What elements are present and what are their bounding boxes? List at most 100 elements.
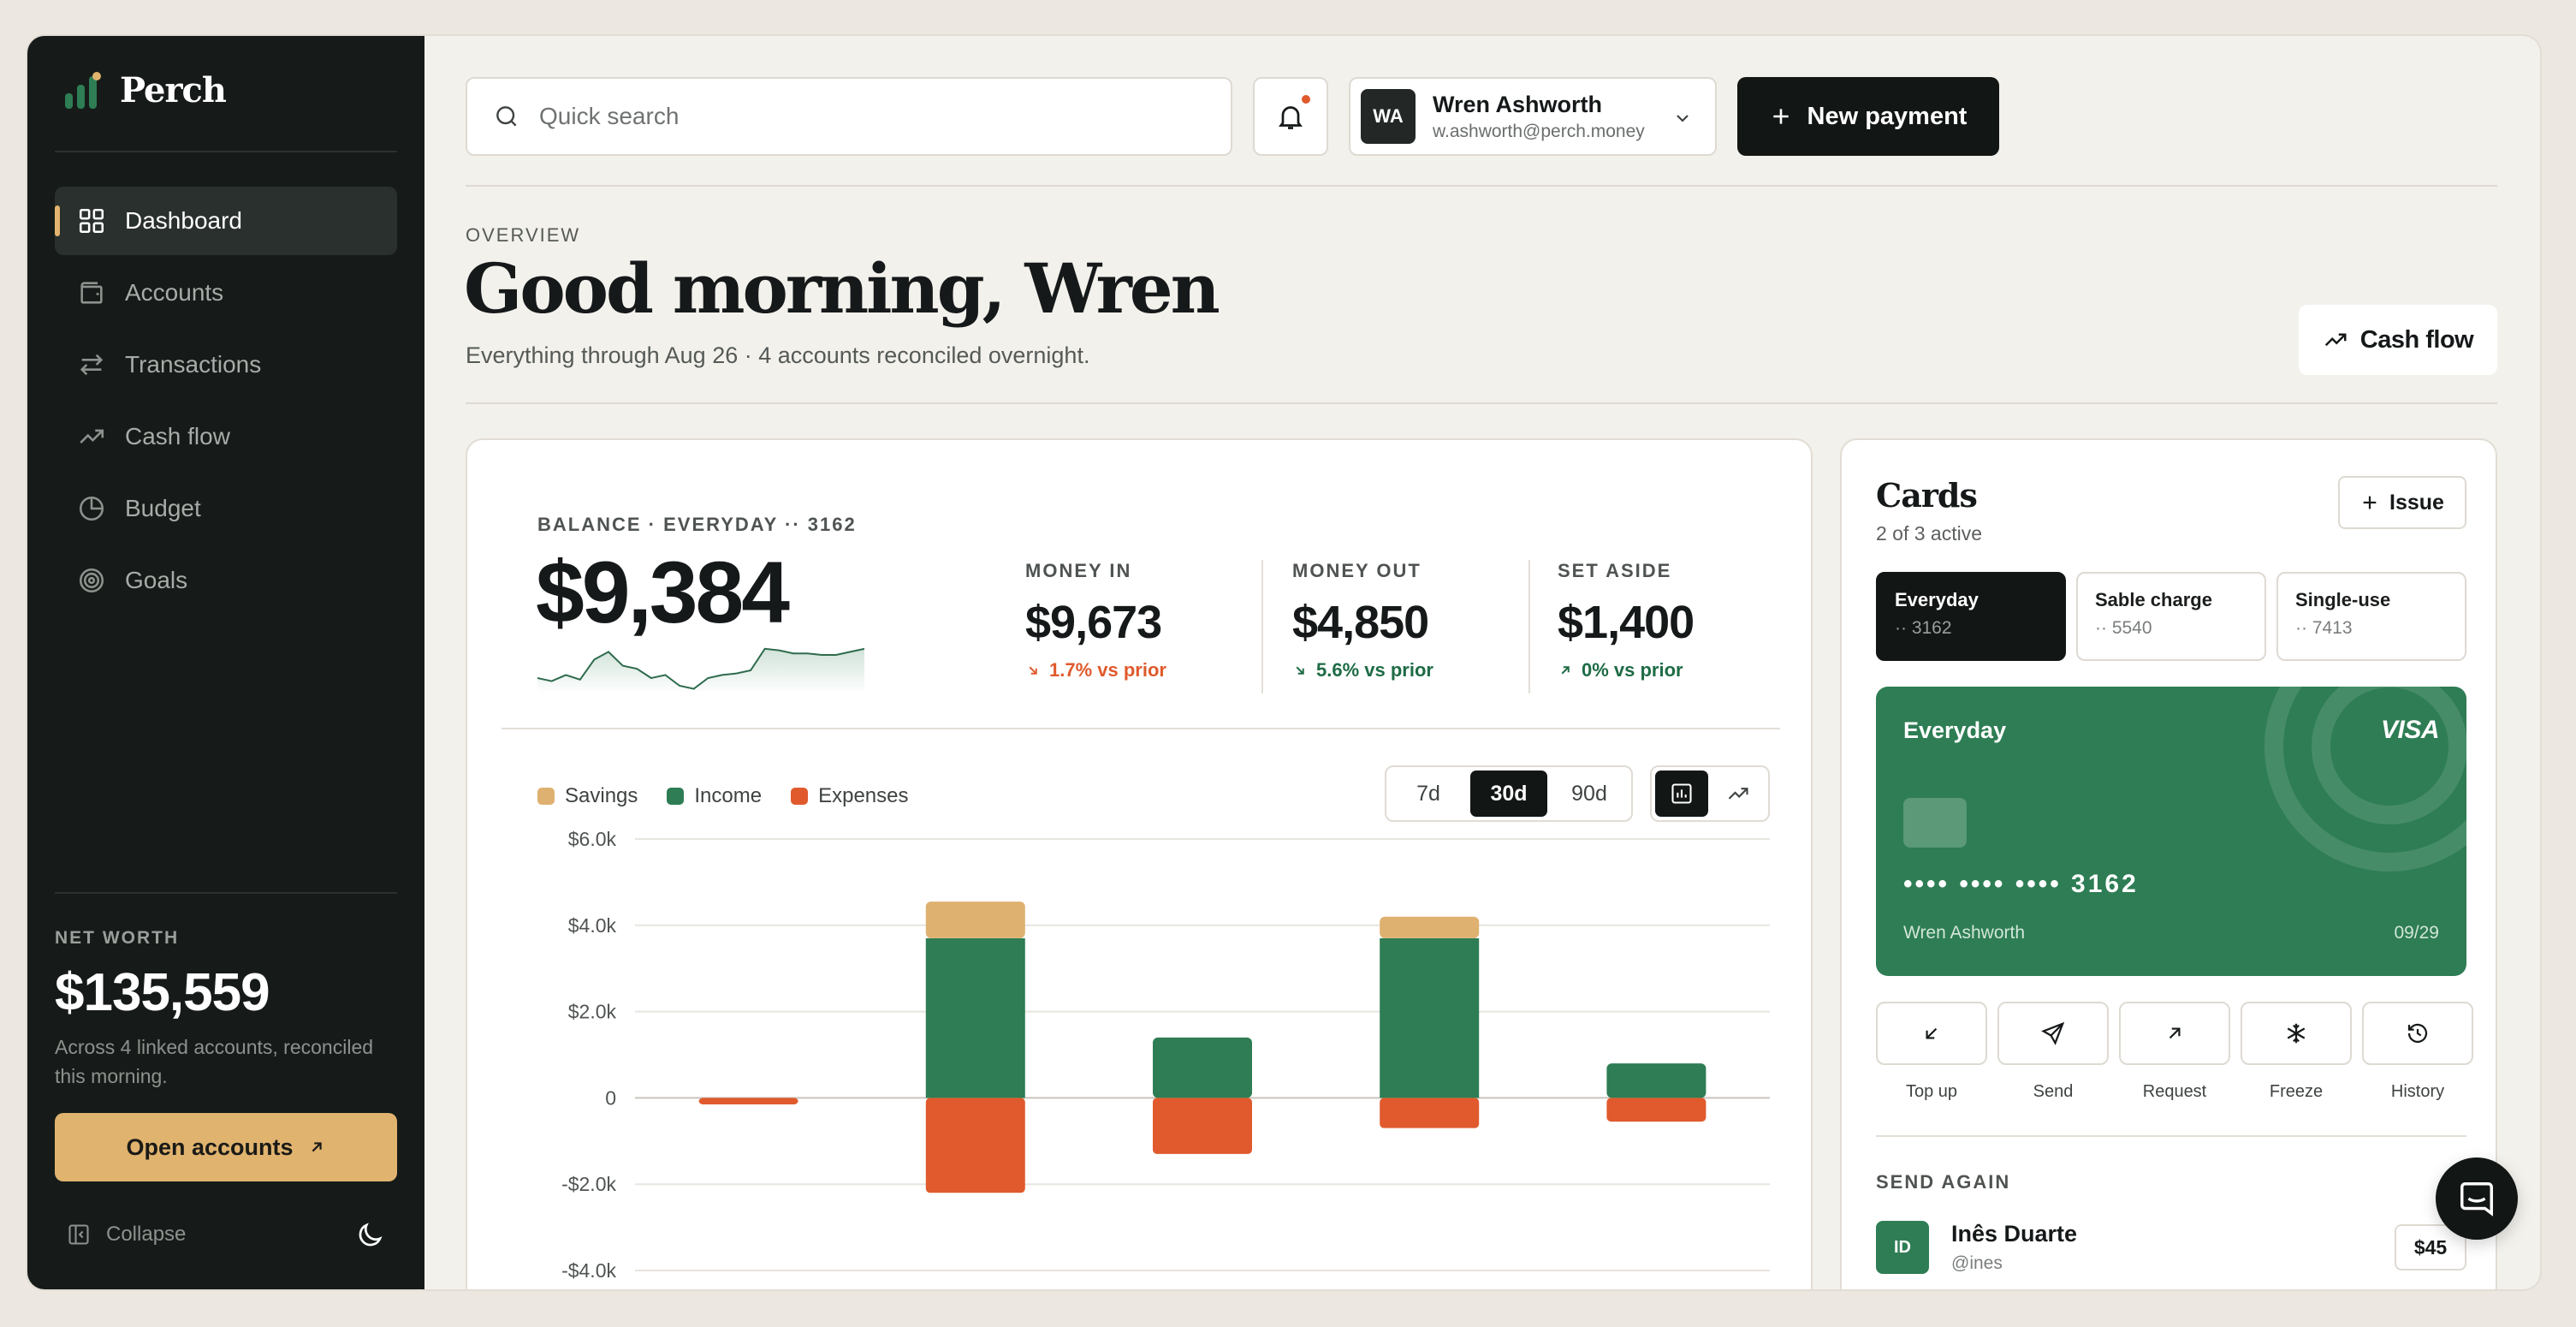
action-freeze[interactable]: Freeze	[2241, 1002, 2352, 1102]
cash-flow-button[interactable]: Cash flow	[2299, 305, 2497, 375]
sidebar-item-label: Transactions	[125, 351, 262, 378]
stat-change-text: 1.7% vs prior	[1049, 659, 1166, 681]
sidebar-item-accounts[interactable]: Accounts	[55, 259, 397, 327]
cards-subtitle: 2 of 3 active	[1876, 522, 1983, 544]
arrow-down-right-icon	[1296, 666, 1304, 675]
action-button[interactable]	[1997, 1002, 2109, 1065]
legend-item: Savings	[537, 784, 638, 808]
card-tab-sable-charge[interactable]: Sable charge ·· 5540	[2076, 572, 2266, 661]
action-send[interactable]: Send	[1997, 1002, 2109, 1102]
stat-change: 5.6% vs prior	[1292, 659, 1433, 681]
search-input[interactable]	[539, 103, 1190, 130]
card-actions: Top up Send Request Freeze History	[1876, 1002, 2473, 1102]
y-tick-label: 0	[605, 1086, 616, 1109]
contact-row[interactable]: ID Inês Duarte @ines $45	[1876, 1221, 2466, 1289]
action-button[interactable]	[2119, 1002, 2230, 1065]
bar-chart-toggle[interactable]	[1655, 771, 1708, 817]
open-accounts-button[interactable]: Open accounts	[55, 1113, 397, 1181]
cash-flow-chart: $6.0k $4.0k $2.0k 0 -$2.0k -$4.0k	[561, 828, 1770, 1282]
bar-income	[1606, 1063, 1706, 1098]
header-divider	[466, 185, 2497, 187]
stat-label: SET ASIDE	[1558, 560, 1672, 581]
y-tick-label: $2.0k	[568, 1001, 617, 1023]
page-eyebrow: OVERVIEW	[466, 224, 581, 246]
sidebar-item-cash-flow[interactable]: Cash flow	[55, 402, 397, 471]
trend-up-icon	[80, 429, 104, 443]
card-name: Everyday	[1903, 717, 2007, 743]
range-option-30d[interactable]: 30d	[1470, 771, 1547, 817]
stat-value: $4,850	[1292, 597, 1429, 648]
collapse-sidebar-icon	[68, 1224, 89, 1245]
notifications-button[interactable]	[1253, 77, 1328, 156]
sidebar: Perch Dashboard Accounts Transactions Ca…	[27, 36, 424, 1289]
sidebar-item-dashboard[interactable]: Dashboard	[55, 187, 397, 255]
action-button[interactable]	[2241, 1002, 2352, 1065]
history-icon	[2407, 1023, 2428, 1044]
stat-set-aside: SET ASIDE $1,400 0% vs prior	[1558, 560, 1695, 681]
sidebar-item-label: Dashboard	[125, 207, 242, 234]
sidebar-item-budget[interactable]: Budget	[55, 474, 397, 543]
line-chart-toggle[interactable]	[1712, 771, 1765, 817]
action-button[interactable]	[1876, 1002, 1987, 1065]
arrow-down-left-icon	[1926, 1027, 1938, 1039]
open-accounts-label: Open accounts	[126, 1134, 294, 1160]
bar-expenses	[1153, 1098, 1252, 1154]
chat-launcher[interactable]	[2436, 1157, 2518, 1240]
sidebar-divider	[55, 892, 397, 894]
card-tab-name: Single-use	[2295, 589, 2391, 610]
cards-title: Cards	[1876, 476, 1978, 515]
action-label: History	[2390, 1082, 2445, 1101]
arrow-up-right-icon	[1561, 666, 1570, 675]
panel-divider	[502, 728, 1780, 729]
logo[interactable]: Perch	[63, 70, 227, 110]
contact-avatar: ID	[1876, 1221, 1929, 1274]
bar-income	[925, 937, 1025, 1098]
bar-income	[1153, 1037, 1252, 1098]
y-tick-label: $6.0k	[568, 828, 617, 850]
collapse-button[interactable]: Collapse	[67, 1223, 186, 1247]
grid-icon	[79, 208, 104, 234]
notification-dot	[1299, 92, 1313, 106]
payment-card[interactable]: Everyday VISA •••• •••• •••• 3162 Wren A…	[1876, 687, 2466, 976]
search-icon	[496, 106, 517, 127]
card-chip	[1903, 798, 1967, 848]
card-tab-single-use[interactable]: Single-use ·· 7413	[2276, 572, 2466, 661]
trend-up-icon	[1728, 788, 1748, 800]
range-option-7d[interactable]: 7d	[1390, 771, 1467, 817]
card-tab-name: Everyday	[1895, 589, 1979, 610]
action-request[interactable]: Request	[2119, 1002, 2230, 1102]
action-history[interactable]: History	[2362, 1002, 2473, 1102]
chat-icon	[2460, 1182, 2493, 1217]
action-label: Freeze	[2269, 1082, 2324, 1101]
sidebar-nav: Dashboard Accounts Transactions Cash flo…	[55, 187, 397, 618]
new-payment-button[interactable]: New payment	[1737, 77, 1999, 156]
plus-icon	[1772, 109, 1789, 124]
card-tab-number: ·· 3162	[1895, 618, 1952, 638]
action-top-up[interactable]: Top up	[1876, 1002, 1987, 1102]
pie-icon	[79, 496, 104, 521]
user-menu[interactable]: WA Wren Ashworth w.ashworth@perch.money	[1349, 77, 1717, 156]
range-option-90d[interactable]: 90d	[1551, 771, 1628, 817]
balance-panel: BALANCE · EVERYDAY ·· 3162 $9,384 MONEY …	[466, 438, 1813, 1289]
card-tab-everyday[interactable]: Everyday ·· 3162	[1876, 572, 2066, 661]
sidebar-item-goals[interactable]: Goals	[55, 546, 397, 615]
sidebar-item-transactions[interactable]: Transactions	[55, 330, 397, 399]
net-worth-note: Across 4 linked accounts, reconciled thi…	[55, 1036, 374, 1087]
card-network: VISA	[2380, 716, 2440, 744]
action-label: Request	[2142, 1082, 2207, 1101]
wallet-icon	[80, 282, 103, 304]
legend-label: Savings	[565, 784, 638, 807]
stat-divider	[1528, 560, 1530, 693]
cash-flow-label: Cash flow	[2359, 325, 2474, 354]
issue-card-button[interactable]: Issue	[2338, 476, 2466, 529]
cards-divider	[1876, 1135, 2466, 1137]
send-icon	[2041, 1021, 2065, 1045]
search-box[interactable]	[466, 77, 1232, 156]
page-subtitle: Everything through Aug 26 · 4 accounts r…	[466, 342, 1090, 368]
moon-icon[interactable]	[354, 1220, 385, 1251]
y-tick-label: $4.0k	[568, 914, 617, 937]
send-again-label: SEND AGAIN	[1876, 1171, 2011, 1193]
action-button[interactable]	[2362, 1002, 2473, 1065]
sidebar-item-label: Budget	[125, 495, 201, 521]
stat-money-in: MONEY IN $9,673 1.7% vs prior	[1025, 560, 1166, 681]
